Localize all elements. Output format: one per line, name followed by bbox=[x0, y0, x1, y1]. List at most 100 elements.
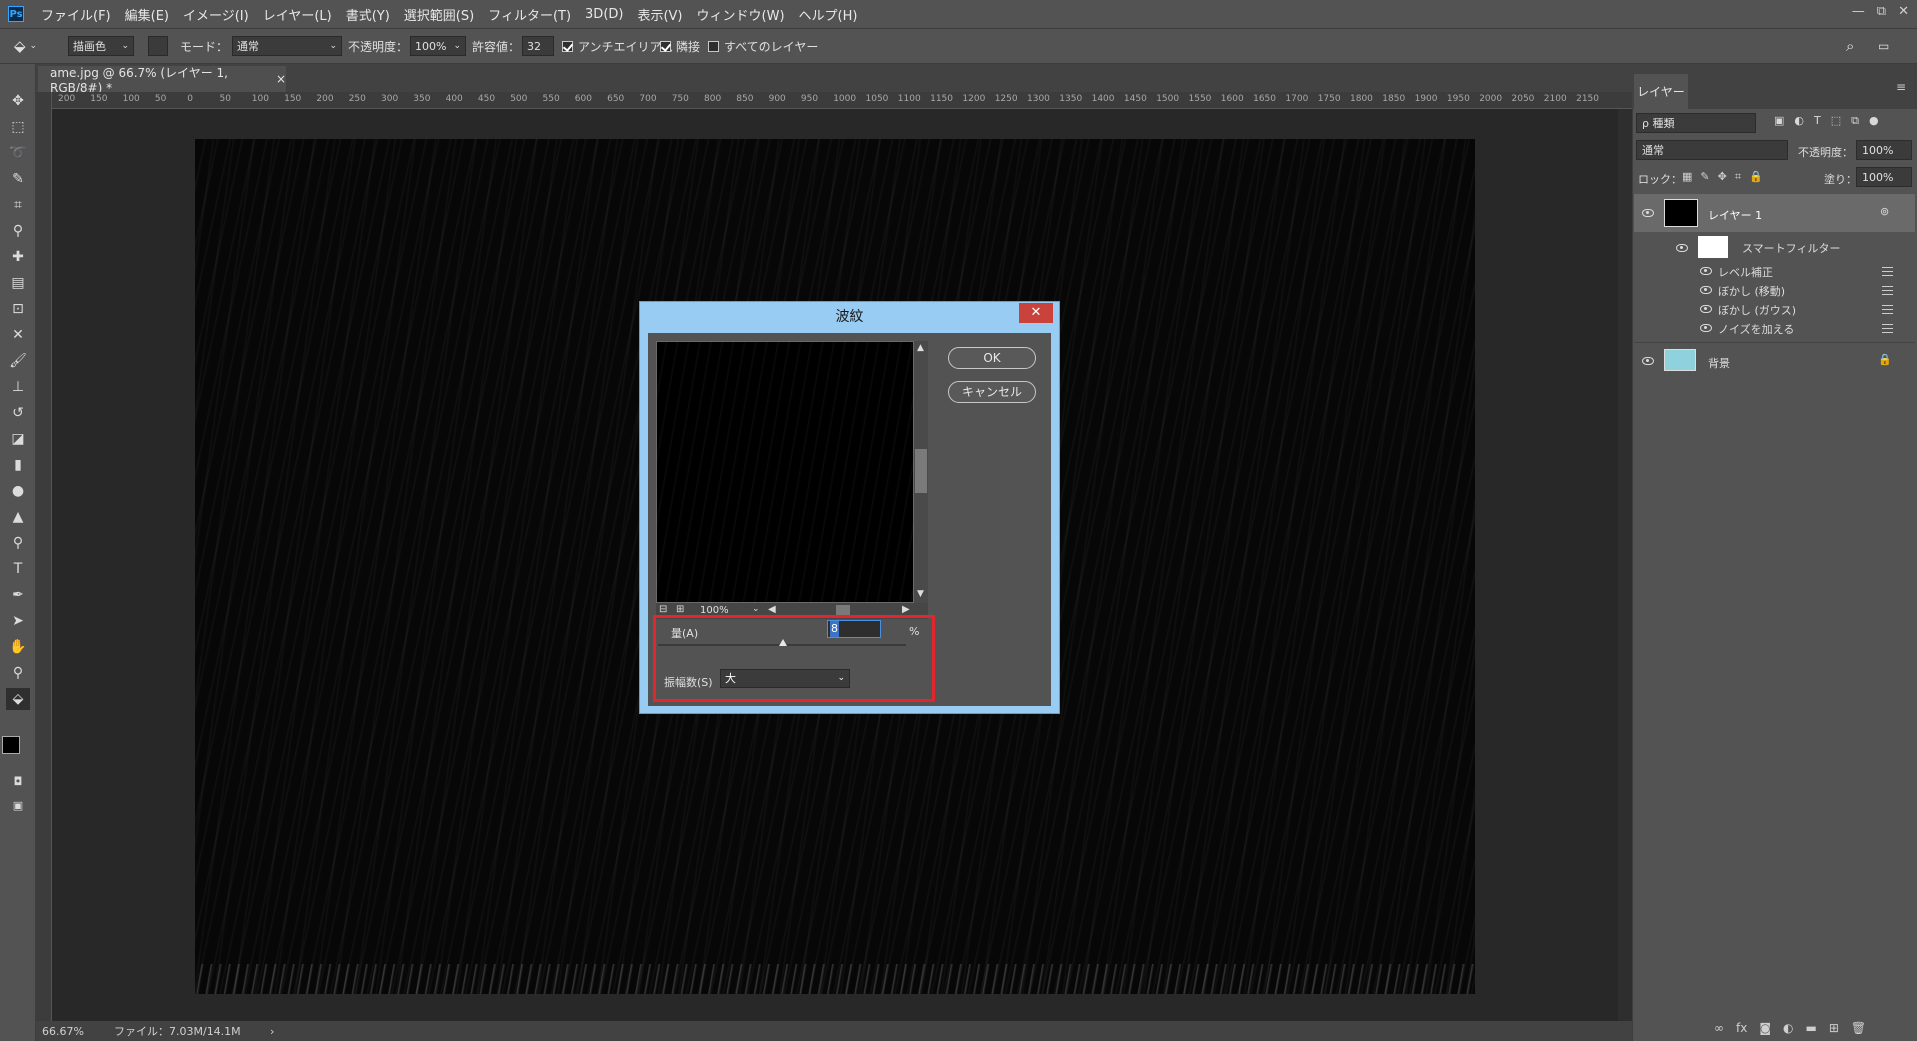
lock-transparency-icon[interactable]: ▦ bbox=[1682, 170, 1692, 184]
antialias-option[interactable]: アンチエイリアス bbox=[562, 29, 674, 63]
filter-row[interactable]: ノイズを加える bbox=[1634, 319, 1915, 338]
eyedropper-tool-icon[interactable]: ⚲ bbox=[6, 220, 30, 242]
contiguous-checkbox[interactable] bbox=[660, 40, 671, 52]
hand-tool-icon[interactable]: ✋ bbox=[6, 636, 30, 658]
menu-view[interactable]: 表示(V) bbox=[630, 5, 689, 24]
preview-vertical-scrollbar[interactable]: ▲ ▼ bbox=[914, 341, 928, 603]
close-document-icon[interactable]: × bbox=[276, 72, 286, 86]
panel-menu-icon[interactable]: ≡ bbox=[1896, 80, 1906, 94]
layer-row-background[interactable]: 背景 🔒 bbox=[1634, 342, 1915, 379]
opacity-field[interactable]: 100% ⌄ bbox=[410, 36, 467, 56]
search-icon[interactable]: ⌕ bbox=[1846, 29, 1854, 63]
blur-tool-icon[interactable]: ● bbox=[6, 480, 30, 502]
smart-filter-row[interactable]: スマートフィルター bbox=[1634, 232, 1915, 262]
dodge-tool-icon[interactable]: ⚲ bbox=[6, 532, 30, 554]
fill-field[interactable]: 100% bbox=[1856, 167, 1912, 187]
pattern-picker[interactable] bbox=[148, 36, 168, 56]
status-menu-arrow[interactable]: › bbox=[270, 1025, 274, 1038]
clone-stamp-tool-icon[interactable]: ⊥ bbox=[6, 376, 30, 398]
smart-object-filter-icon[interactable]: ⧉ bbox=[1851, 114, 1859, 128]
filter-toggle-icon[interactable]: ● bbox=[1869, 114, 1879, 128]
close-window-button[interactable]: ✕ bbox=[1898, 4, 1909, 19]
menu-help[interactable]: ヘルプ(H) bbox=[792, 5, 865, 24]
layer-name[interactable]: 背景 bbox=[1708, 355, 1730, 371]
filter-row[interactable]: レベル補正 bbox=[1634, 262, 1915, 281]
zoom-level[interactable]: 66.67% bbox=[42, 1025, 104, 1038]
visibility-eye-icon[interactable] bbox=[1642, 357, 1654, 365]
filter-eye-icon[interactable] bbox=[1700, 267, 1712, 275]
filter-options-icon[interactable] bbox=[1882, 324, 1893, 333]
all-layers-option[interactable]: すべてのレイヤー bbox=[708, 29, 818, 63]
content-aware-move-icon[interactable]: ✕ bbox=[6, 324, 30, 346]
healing-brush-tool-icon[interactable]: ✚ bbox=[6, 246, 30, 268]
lock-pixels-icon[interactable]: ✎ bbox=[1700, 170, 1709, 184]
scroll-down-arrow-icon[interactable]: ▼ bbox=[917, 589, 924, 599]
mode-select[interactable]: 通常 ⌄ bbox=[232, 36, 343, 56]
filter-options-icon[interactable] bbox=[1882, 286, 1893, 295]
scroll-up-arrow-icon[interactable]: ▲ bbox=[917, 343, 924, 353]
lock-all-icon[interactable]: 🔒 bbox=[1749, 170, 1763, 184]
frame-tool-icon[interactable]: ⊡ bbox=[6, 298, 30, 320]
menu-edit[interactable]: 編集(E) bbox=[118, 5, 176, 24]
preview-scroll-thumb[interactable] bbox=[915, 449, 927, 493]
sharpen-tool-icon[interactable]: ▲ bbox=[6, 506, 30, 528]
document-tab[interactable]: ame.jpg @ 66.7% (レイヤー 1, RGB/8#) * × bbox=[38, 66, 286, 95]
lock-position-icon[interactable]: ✥ bbox=[1718, 170, 1727, 184]
menu-layer[interactable]: レイヤー(L) bbox=[256, 5, 339, 24]
delete-layer-icon[interactable]: 🗑 bbox=[1851, 1021, 1866, 1035]
menu-type[interactable]: 書式(Y) bbox=[339, 5, 397, 24]
pixel-filter-icon[interactable]: ▣ bbox=[1774, 114, 1784, 128]
ok-button[interactable]: OK bbox=[948, 347, 1036, 369]
menu-filter[interactable]: フィルター(T) bbox=[481, 5, 578, 24]
amount-slider-thumb[interactable] bbox=[779, 639, 787, 646]
filter-eye-icon[interactable] bbox=[1700, 305, 1712, 313]
type-filter-icon[interactable]: T bbox=[1814, 114, 1821, 128]
history-brush-tool-icon[interactable]: ↺ bbox=[6, 402, 30, 424]
menu-file[interactable]: ファイル(F) bbox=[34, 5, 118, 24]
lock-artboard-icon[interactable]: ⌗ bbox=[1735, 170, 1741, 184]
eraser-tool-icon[interactable]: ◪ bbox=[6, 428, 30, 450]
lasso-tool-icon[interactable]: ➰ bbox=[6, 142, 30, 164]
tab-layers[interactable]: レイヤー bbox=[1634, 74, 1688, 109]
layer-style-icon[interactable]: fx bbox=[1736, 1021, 1747, 1035]
zoom-in-icon[interactable]: ⊞ bbox=[676, 604, 684, 615]
dialog-close-button[interactable]: ✕ bbox=[1019, 303, 1053, 323]
layer-row-layer-1[interactable]: レイヤー 1 ⊚ bbox=[1634, 194, 1915, 232]
scroll-right-arrow-icon[interactable]: ▶ bbox=[902, 604, 910, 615]
amount-input[interactable]: 8 bbox=[827, 620, 881, 638]
gradient-tool-icon[interactable]: ▮ bbox=[6, 454, 30, 476]
quick-mask-icon[interactable]: ◘ bbox=[6, 770, 30, 792]
filter-eye-icon[interactable] bbox=[1700, 286, 1712, 294]
path-selection-tool-icon[interactable]: ➤ bbox=[6, 610, 30, 632]
cancel-button[interactable]: キャンセル bbox=[948, 381, 1036, 403]
layer-opacity-field[interactable]: 100% bbox=[1856, 140, 1912, 160]
fill-source-select[interactable]: 描画色 ⌄ bbox=[68, 36, 134, 56]
zoom-out-icon[interactable]: ⊟ bbox=[659, 604, 667, 615]
filter-row[interactable]: ぼかし (ガウス) bbox=[1634, 300, 1915, 319]
patch-tool-icon[interactable]: ▤ bbox=[6, 272, 30, 294]
filter-preview[interactable] bbox=[656, 341, 914, 603]
type-tool-icon[interactable]: T bbox=[6, 558, 30, 580]
crop-tool-icon[interactable]: ⌗ bbox=[6, 194, 30, 216]
pen-tool-icon[interactable]: ✒ bbox=[6, 584, 30, 606]
screen-mode-icon[interactable]: ▣ bbox=[6, 794, 30, 816]
menu-window[interactable]: ウィンドウ(W) bbox=[690, 5, 792, 24]
paint-bucket-tool-preset[interactable]: ⬙ ⌄ bbox=[14, 29, 37, 63]
move-tool-icon[interactable]: ✥ bbox=[6, 90, 30, 112]
add-mask-icon[interactable]: ◙ bbox=[1759, 1021, 1771, 1035]
contiguous-option[interactable]: 隣接 bbox=[660, 29, 700, 63]
zoom-dropdown-icon[interactable]: ⌄ bbox=[752, 604, 760, 614]
shape-filter-icon[interactable]: ⬚ bbox=[1831, 114, 1841, 128]
paint-bucket-tool-icon[interactable]: ⬙ bbox=[6, 688, 30, 710]
layer-filter-select[interactable]: ρ 種類 bbox=[1636, 113, 1756, 133]
restore-button[interactable]: ⧉ bbox=[1877, 4, 1886, 19]
menu-select[interactable]: 選択範囲(S) bbox=[397, 5, 481, 24]
scroll-left-arrow-icon[interactable]: ◀ bbox=[768, 604, 776, 615]
visibility-eye-icon[interactable] bbox=[1642, 209, 1654, 217]
size-select[interactable]: 大 ⌄ bbox=[720, 669, 850, 688]
adjustment-filter-icon[interactable]: ◐ bbox=[1794, 114, 1804, 128]
new-layer-icon[interactable]: ⊞ bbox=[1829, 1021, 1839, 1035]
layer-name[interactable]: レイヤー 1 bbox=[1708, 207, 1762, 223]
foreground-color-swatch[interactable] bbox=[2, 736, 20, 754]
canvas-scrollbar[interactable] bbox=[1618, 109, 1632, 1021]
